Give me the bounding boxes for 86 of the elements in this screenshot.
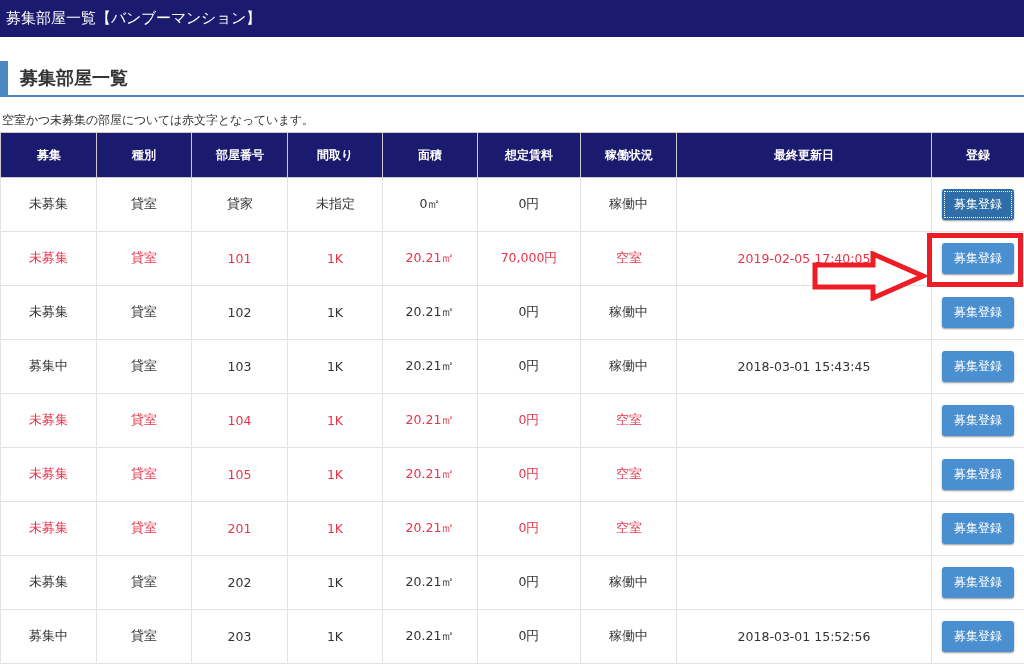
table-cell: 20.21㎡ (382, 285, 478, 340)
table-cell: 募集中 (0, 609, 97, 664)
table-cell: 1K (287, 339, 383, 394)
table-cell: 未募集 (0, 285, 97, 340)
table-cell: 0円 (477, 609, 581, 664)
table-cell: 貸室 (96, 177, 192, 232)
table-cell: 空室 (580, 501, 677, 556)
table-cell: 20.21㎡ (382, 501, 478, 556)
register-button[interactable]: 募集登録 (942, 621, 1014, 652)
table-cell: 20.21㎡ (382, 609, 478, 664)
table-cell: 0円 (477, 555, 581, 610)
table-cell: 105 (191, 447, 288, 502)
column-header: 募集 (0, 132, 97, 178)
register-button[interactable]: 募集登録 (942, 513, 1014, 544)
table-cell: 1K (287, 393, 383, 448)
table-cell: 未募集 (0, 501, 97, 556)
table-cell: 201 (191, 501, 288, 556)
table-cell: 101 (191, 231, 288, 286)
table-cell: 2018-03-01 15:43:45 (676, 339, 932, 394)
register-button[interactable]: 募集登録 (942, 297, 1014, 328)
table-cell: 空室 (580, 447, 677, 502)
table-cell: 0円 (477, 501, 581, 556)
register-button[interactable]: 募集登録 (942, 189, 1014, 220)
register-button[interactable]: 募集登録 (942, 405, 1014, 436)
table-cell: 貸室 (96, 447, 192, 502)
table-cell: 0円 (477, 447, 581, 502)
table-cell: 空室 (580, 393, 677, 448)
table-cell: 20.21㎡ (382, 555, 478, 610)
table-cell: 1K (287, 501, 383, 556)
table-cell: 20.21㎡ (382, 231, 478, 286)
table-cell: 0円 (477, 177, 581, 232)
section-heading: 募集部屋一覧 (20, 66, 128, 90)
table-cell: 70,000円 (477, 231, 581, 286)
table-cell: 20.21㎡ (382, 393, 478, 448)
table-cell: 103 (191, 339, 288, 394)
register-button[interactable]: 募集登録 (942, 351, 1014, 382)
table-cell: 稼働中 (580, 609, 677, 664)
table-cell: 未募集 (0, 447, 97, 502)
column-header: 稼働状況 (580, 132, 677, 178)
table-cell: 稼働中 (580, 339, 677, 394)
column-header: 最終更新日 (676, 132, 932, 178)
table-cell: 貸家 (191, 177, 288, 232)
table-cell: 稼働中 (580, 177, 677, 232)
table-cell: 貸室 (96, 393, 192, 448)
note-text: 空室かつ未募集の部屋については赤文字となっています。 (2, 112, 315, 129)
column-header: 間取り (287, 132, 383, 178)
table-cell: 貸室 (96, 609, 192, 664)
register-button[interactable]: 募集登録 (942, 243, 1014, 274)
table-cell: 募集中 (0, 339, 97, 394)
table-cell: 未募集 (0, 231, 97, 286)
table-cell: 1K (287, 555, 383, 610)
table-cell: 未募集 (0, 555, 97, 610)
column-header: 面積 (382, 132, 478, 178)
table-cell: 空室 (580, 231, 677, 286)
table-cell: 未募集 (0, 177, 97, 232)
register-button[interactable]: 募集登録 (942, 459, 1014, 490)
table-cell: 202 (191, 555, 288, 610)
table-cell: 貸室 (96, 555, 192, 610)
table-cell: 貸室 (96, 285, 192, 340)
table-cell: 104 (191, 393, 288, 448)
table-cell: 1K (287, 609, 383, 664)
table-cell: 1K (287, 231, 383, 286)
table-cell: 0㎡ (382, 177, 478, 232)
table-cell: 0円 (477, 285, 581, 340)
register-button[interactable]: 募集登録 (942, 567, 1014, 598)
table-cell: 稼働中 (580, 285, 677, 340)
table-cell: 203 (191, 609, 288, 664)
column-header: 種別 (96, 132, 192, 178)
table-cell: 未指定 (287, 177, 383, 232)
table-cell: 1K (287, 447, 383, 502)
table-cell: 2018-03-01 15:52:56 (676, 609, 932, 664)
table-cell: 貸室 (96, 501, 192, 556)
page-title: 募集部屋一覧【バンブーマンション】 (6, 9, 261, 28)
table-cell: 1K (287, 285, 383, 340)
table-cell: 稼働中 (580, 555, 677, 610)
table-cell: 20.21㎡ (382, 339, 478, 394)
table-cell: 貸室 (96, 339, 192, 394)
column-header: 登録 (931, 132, 1024, 178)
table-cell: 未募集 (0, 393, 97, 448)
table-cell: 0円 (477, 393, 581, 448)
table-cell: 貸室 (96, 231, 192, 286)
table-cell: 0円 (477, 339, 581, 394)
table-cell: 102 (191, 285, 288, 340)
column-header: 部屋番号 (191, 132, 288, 178)
column-header: 想定賃料 (477, 132, 581, 178)
table-cell: 20.21㎡ (382, 447, 478, 502)
